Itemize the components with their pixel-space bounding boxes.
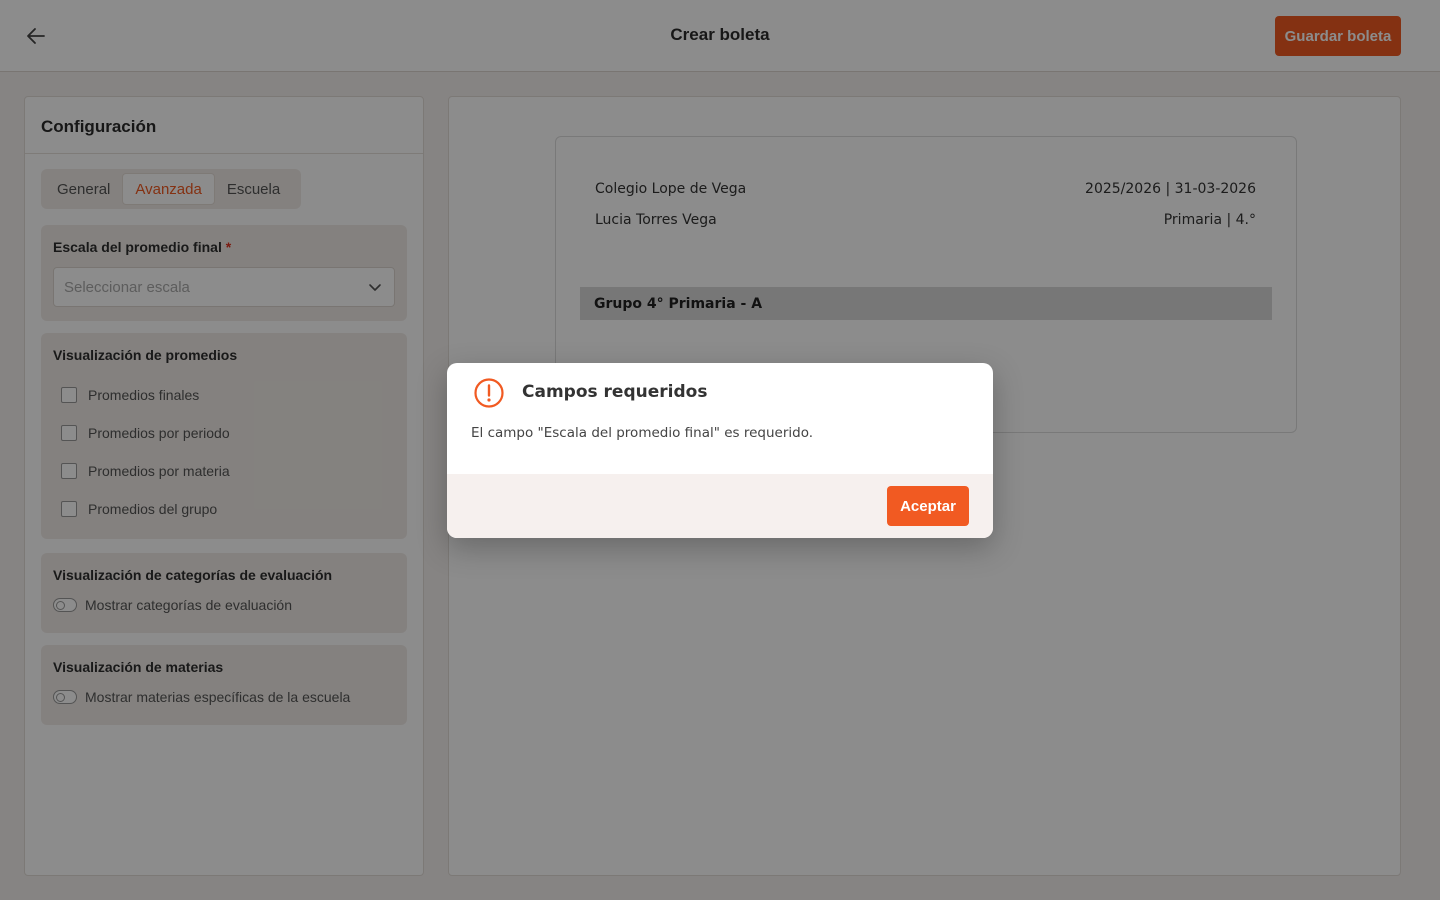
dialog-message: El campo "Escala del promedio final" es …: [471, 425, 814, 441]
dialog-footer: Aceptar: [447, 474, 993, 538]
dialog-title: Campos requeridos: [522, 382, 708, 402]
required-fields-dialog: Campos requeridos El campo "Escala del p…: [447, 363, 993, 538]
accept-button[interactable]: Aceptar: [887, 486, 969, 526]
alert-circle-icon: [474, 378, 504, 408]
